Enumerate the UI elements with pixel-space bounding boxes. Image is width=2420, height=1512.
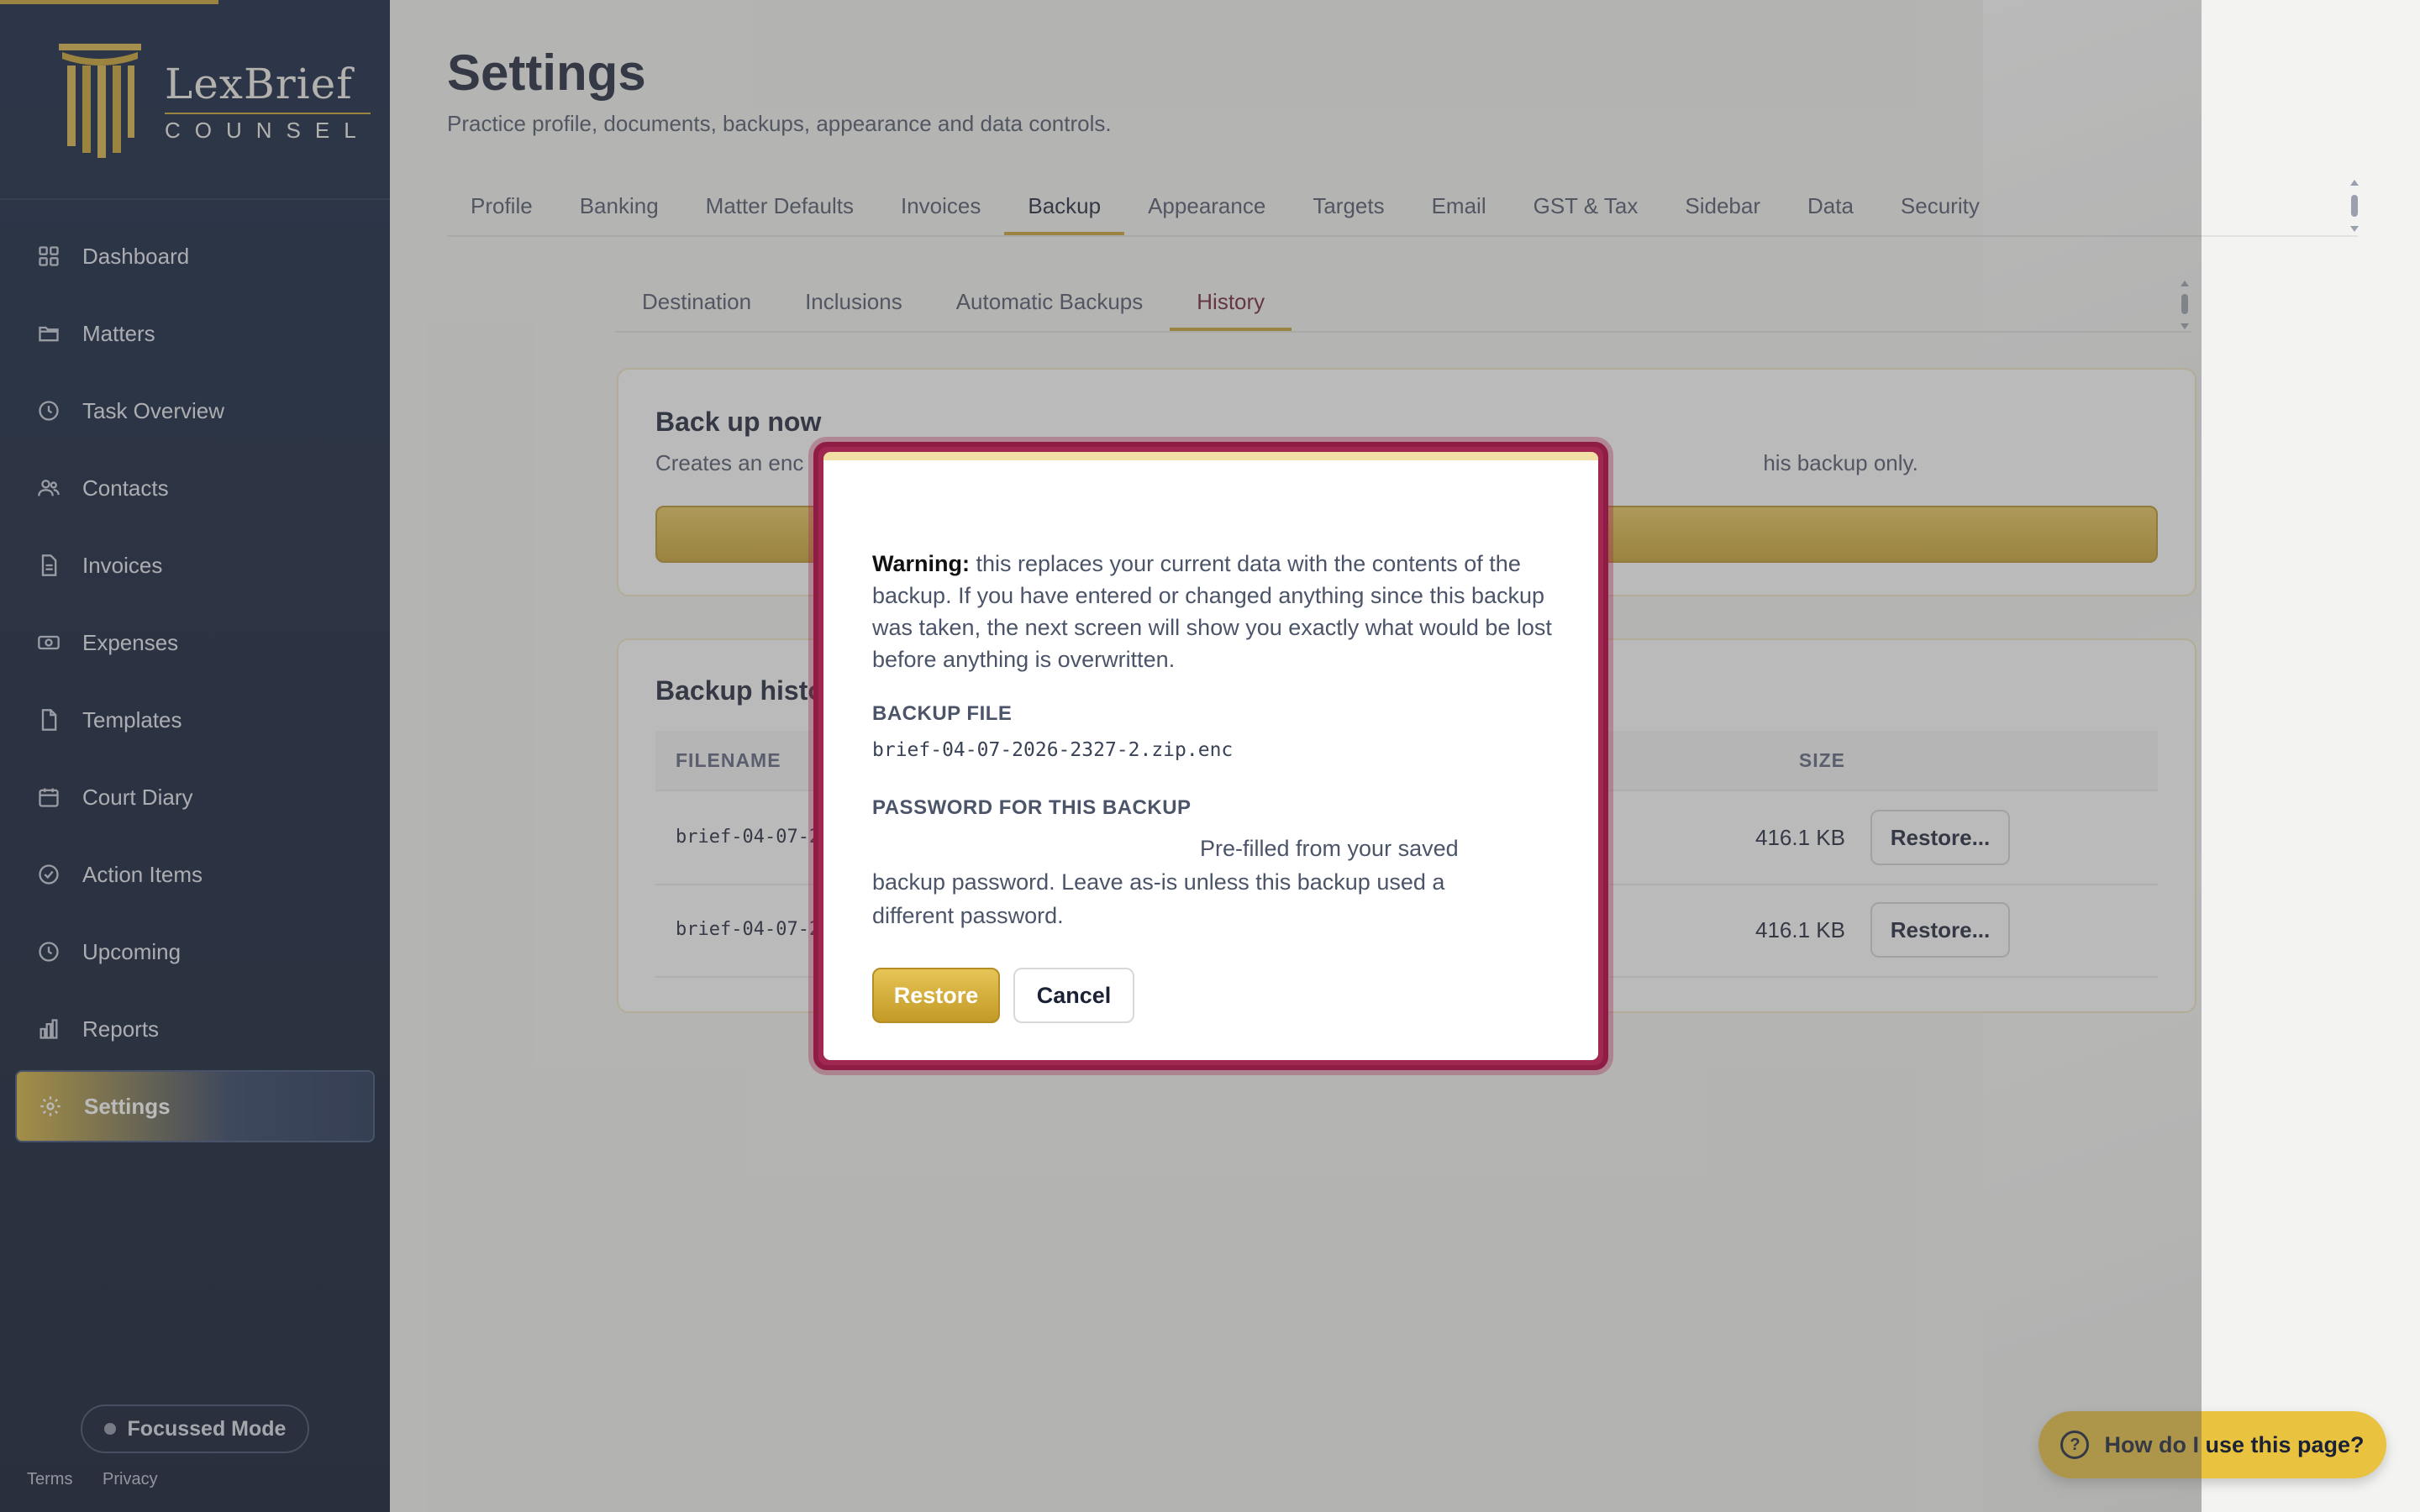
cancel-button[interactable]: Cancel <box>1013 968 1134 1023</box>
warning-message: this replaces your current data with the… <box>872 551 1552 672</box>
restore-confirm-button[interactable]: Restore <box>872 968 1000 1023</box>
password-input[interactable] <box>872 830 1185 869</box>
backup-file-label: BACKUP FILE <box>872 702 1013 725</box>
restore-dialog: Warning: this replaces your current data… <box>813 442 1608 1070</box>
backup-file-name: brief-04-07-2026-2327-2.zip.enc <box>872 739 1234 761</box>
warning-text: Warning: this replaces your current data… <box>872 548 1561 675</box>
tabs-scrollbar[interactable] <box>2348 178 2361 234</box>
password-label: PASSWORD FOR THIS BACKUP <box>872 796 1192 819</box>
warning-label: Warning: <box>872 551 970 576</box>
restore-dialog-body: Warning: this replaces your current data… <box>823 452 1598 1060</box>
